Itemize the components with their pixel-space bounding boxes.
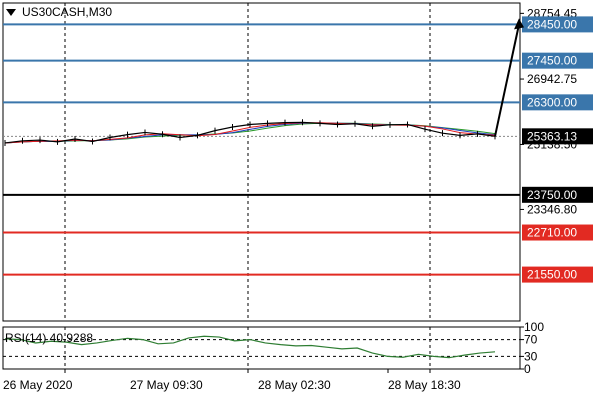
rsi-tick-label: 70 (524, 333, 538, 347)
x-tick-label: 28 May 18:30 (388, 378, 461, 392)
triangle-down-icon[interactable] (6, 8, 16, 16)
level-label: 27450.00 (527, 54, 577, 68)
level-label: 23750.00 (527, 188, 577, 202)
chart-title: US30CASH,M30 (6, 5, 112, 19)
main-frame (2, 2, 521, 322)
current-price-label: 25363.13 (527, 129, 577, 143)
y-tick-label: 23346.80 (527, 202, 577, 216)
level-label: 26300.00 (527, 95, 577, 109)
symbol-label: US30CASH,M30 (22, 5, 113, 19)
level-label: 22710.00 (527, 226, 577, 240)
projection-arrow-line (494, 24, 520, 137)
rsi-tick-label: 0 (524, 362, 531, 376)
level-label: 28450.00 (527, 17, 577, 31)
rsi-title: RSI(14) 40.9288 (5, 331, 94, 345)
x-tick-label: 26 May 2020 (3, 378, 73, 392)
x-tick-label: 28 May 02:30 (258, 378, 331, 392)
x-tick-label: 27 May 09:30 (130, 378, 203, 392)
level-label: 21550.00 (527, 268, 577, 282)
y-tick-label: 26942.75 (527, 72, 577, 86)
